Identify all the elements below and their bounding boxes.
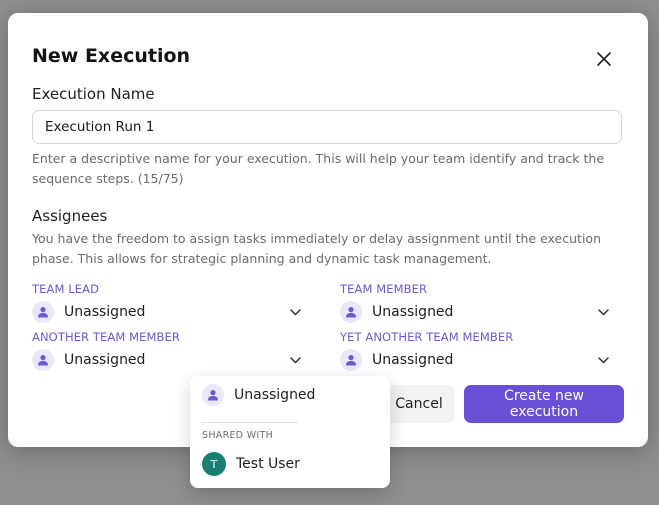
modal-title: New Execution bbox=[32, 45, 191, 67]
avatar: T bbox=[202, 452, 226, 476]
another-team-member-label: ANOTHER TEAM MEMBER bbox=[32, 330, 180, 344]
assignees-help: You have the freedom to assign tasks imm… bbox=[32, 231, 601, 266]
team-lead-value: Unassigned bbox=[64, 304, 146, 320]
another-team-member-value: Unassigned bbox=[64, 352, 146, 368]
chevron-down-icon[interactable] bbox=[288, 305, 302, 319]
dropdown-option-label: Test User bbox=[236, 456, 300, 472]
team-member-value: Unassigned bbox=[372, 304, 454, 320]
team-lead-label: TEAM LEAD bbox=[32, 282, 100, 296]
yet-another-team-member-field: YET ANOTHER TEAM MEMBER Unassigned bbox=[340, 330, 610, 376]
create-execution-button[interactable]: Create new execution bbox=[464, 385, 624, 423]
dropdown-option-label: Unassigned bbox=[234, 387, 316, 403]
close-icon[interactable] bbox=[597, 52, 611, 66]
yet-another-team-member-label: YET ANOTHER TEAM MEMBER bbox=[340, 330, 514, 344]
team-lead-field: TEAM LEAD Unassigned bbox=[32, 282, 302, 328]
yet-another-team-member-select[interactable]: Unassigned bbox=[340, 347, 610, 373]
person-icon bbox=[340, 349, 362, 371]
team-lead-select[interactable]: Unassigned bbox=[32, 299, 302, 325]
person-icon bbox=[340, 301, 362, 323]
shared-with-heading: SHARED WITH bbox=[202, 430, 274, 441]
cancel-button[interactable]: Cancel bbox=[383, 385, 455, 423]
dropdown-option-user[interactable]: T Test User bbox=[202, 452, 300, 476]
execution-name-label: Execution Name bbox=[32, 85, 155, 103]
another-team-member-field: ANOTHER TEAM MEMBER Unassigned bbox=[32, 330, 302, 376]
close-button[interactable] bbox=[592, 47, 616, 71]
assignee-dropdown-menu: Unassigned SHARED WITH T Test User bbox=[190, 376, 390, 488]
another-team-member-select[interactable]: Unassigned bbox=[32, 347, 302, 373]
team-member-field: TEAM MEMBER Unassigned bbox=[340, 282, 610, 328]
person-icon bbox=[202, 384, 224, 406]
assignees-label: Assignees bbox=[32, 207, 108, 225]
yet-another-team-member-value: Unassigned bbox=[372, 352, 454, 368]
chevron-down-icon[interactable] bbox=[596, 353, 610, 367]
dropdown-divider bbox=[202, 422, 298, 423]
team-member-select[interactable]: Unassigned bbox=[340, 299, 610, 325]
person-icon bbox=[32, 349, 54, 371]
chevron-down-icon[interactable] bbox=[596, 305, 610, 319]
chevron-down-icon[interactable] bbox=[288, 353, 302, 367]
person-icon bbox=[32, 301, 54, 323]
dropdown-option-unassigned[interactable]: Unassigned bbox=[202, 384, 315, 406]
team-member-label: TEAM MEMBER bbox=[340, 282, 428, 296]
execution-name-input[interactable] bbox=[32, 110, 622, 144]
execution-name-help: Enter a descriptive name for your execut… bbox=[32, 151, 605, 186]
